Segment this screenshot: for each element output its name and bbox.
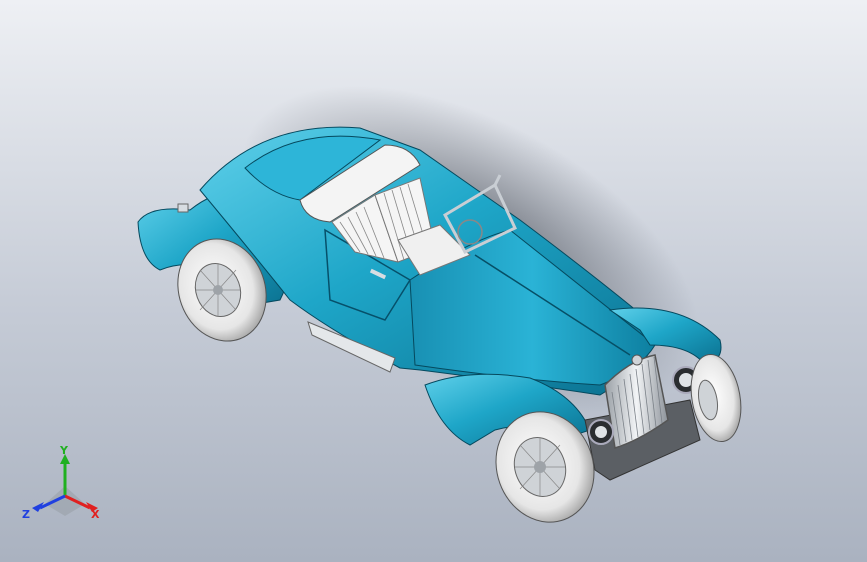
z-axis-label: Z <box>22 508 30 521</box>
graphics-viewport[interactable]: Y X Z <box>0 0 867 562</box>
radiator-cap <box>631 354 643 366</box>
car-3d-model[interactable] <box>0 0 867 562</box>
rear-lamp <box>177 203 189 213</box>
coordinate-triad: Y X Z <box>22 446 100 521</box>
x-axis-label: X <box>91 508 100 521</box>
y-axis-label: Y <box>59 446 69 457</box>
